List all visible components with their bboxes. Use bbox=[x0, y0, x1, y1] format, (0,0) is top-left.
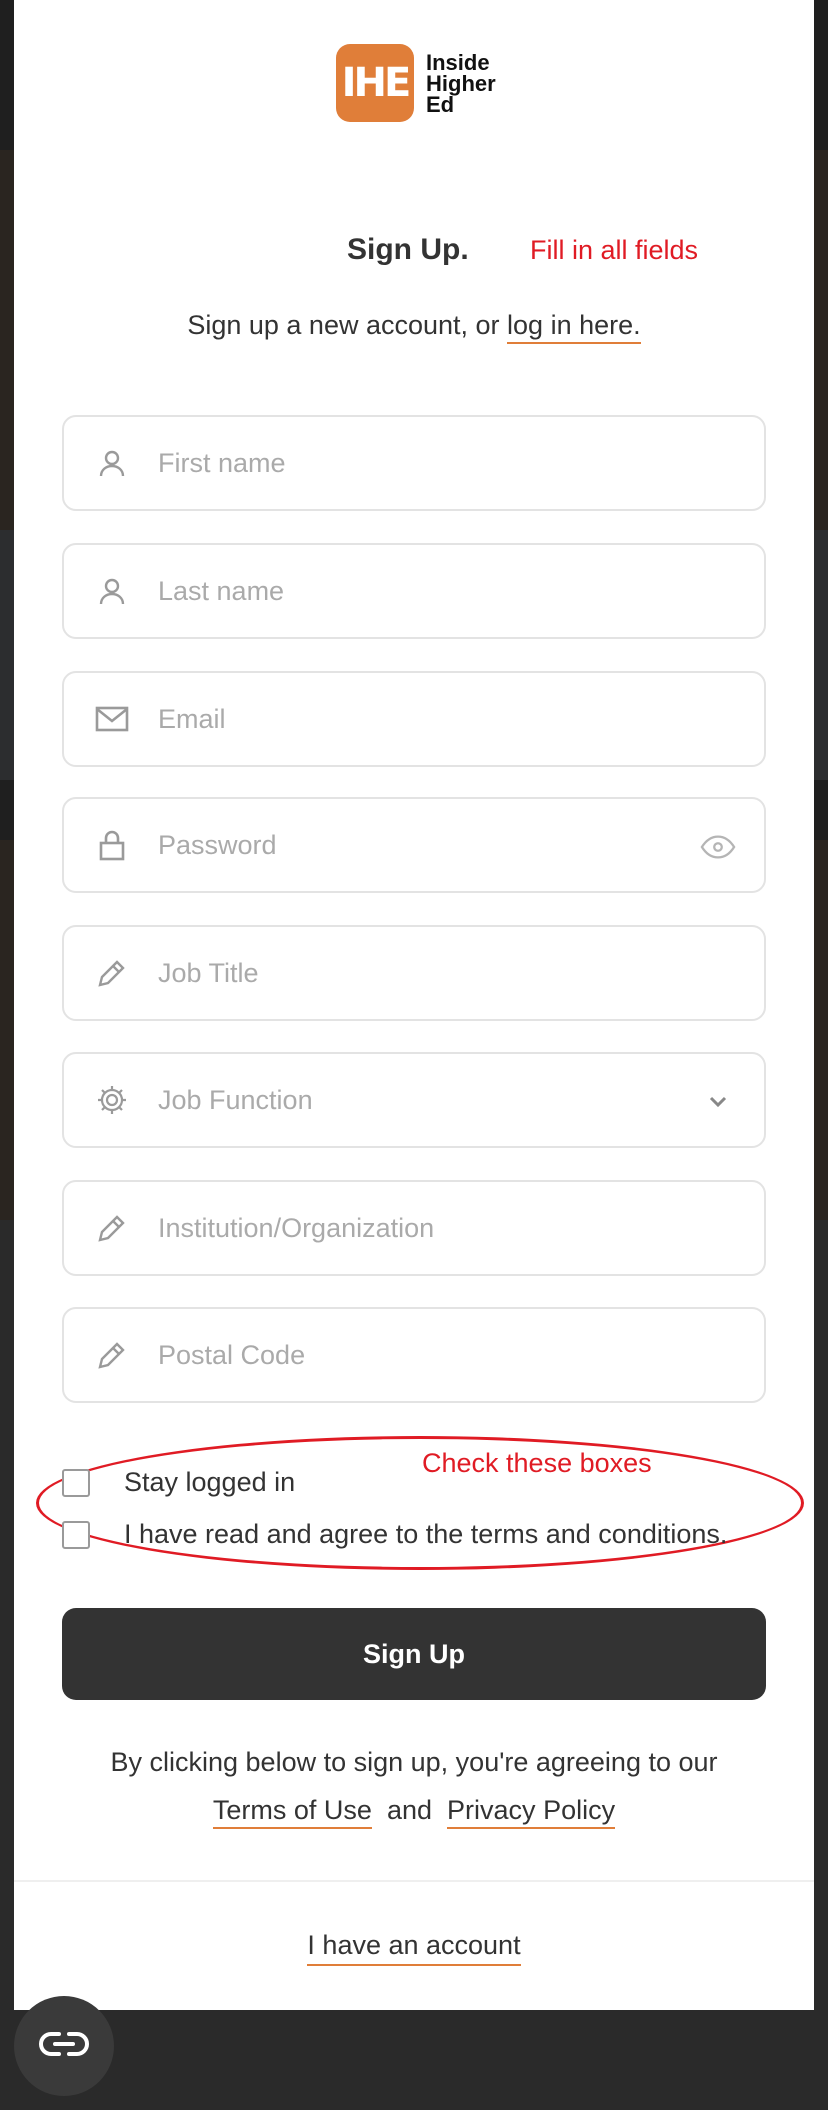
agree-terms-checkbox[interactable] bbox=[62, 1520, 90, 1549]
first-name-field[interactable] bbox=[62, 415, 766, 511]
signup-modal: IHE Inside Higher Ed Sign Up. Fill in al… bbox=[14, 0, 814, 2010]
logo-line: Ed bbox=[426, 91, 455, 117]
password-input[interactable] bbox=[158, 829, 678, 861]
logo-line: Inside bbox=[426, 49, 490, 75]
first-name-input[interactable] bbox=[158, 447, 678, 479]
terms-of-use-link[interactable]: Terms of Use bbox=[212, 1795, 372, 1829]
user-icon bbox=[94, 445, 130, 481]
signup-subtitle: Sign up a new account, or log in here. bbox=[14, 310, 814, 344]
chevron-down-icon bbox=[700, 1084, 736, 1120]
job-title-field[interactable] bbox=[62, 925, 766, 1021]
job-function-value: Job Function bbox=[158, 1084, 313, 1115]
last-name-input[interactable] bbox=[158, 575, 678, 607]
pencil-icon bbox=[94, 1337, 130, 1373]
postal-code-input[interactable] bbox=[158, 1339, 678, 1371]
pencil-icon bbox=[94, 955, 130, 991]
ihe-logo[interactable]: IHE Inside Higher Ed bbox=[336, 44, 496, 122]
agreement-and: and bbox=[386, 1795, 433, 1825]
login-link[interactable]: log in here. bbox=[507, 310, 641, 344]
logo-wordmark: Inside Higher Ed bbox=[426, 49, 496, 117]
sign-up-button[interactable]: Sign Up bbox=[62, 1608, 766, 1700]
subtitle-text: Sign up a new account, or bbox=[187, 310, 508, 340]
stay-logged-in-checkbox[interactable] bbox=[62, 1468, 90, 1497]
page-title: Sign Up. bbox=[347, 233, 469, 266]
postal-code-field[interactable] bbox=[62, 1307, 766, 1403]
have-account-section: I have an account bbox=[14, 1930, 814, 1966]
email-field[interactable] bbox=[62, 671, 766, 767]
job-function-select[interactable]: Job Function bbox=[62, 1052, 766, 1148]
logo-line: Higher bbox=[426, 70, 496, 96]
password-field[interactable] bbox=[62, 797, 766, 893]
mail-icon bbox=[94, 701, 130, 737]
user-icon bbox=[94, 573, 130, 609]
annotation-check-boxes: Check these boxes bbox=[422, 1448, 652, 1478]
agreement-text: By clicking below to sign up, you're agr… bbox=[14, 1738, 814, 1834]
link-fab-button[interactable] bbox=[14, 1996, 114, 2096]
job-title-input[interactable] bbox=[158, 957, 678, 989]
pencil-icon bbox=[94, 1210, 130, 1246]
gear-icon bbox=[94, 1082, 130, 1118]
annotation-fill-all: Fill in all fields bbox=[530, 235, 699, 265]
stay-logged-in-label: Stay logged in bbox=[124, 1467, 296, 1497]
agreement-sentence: By clicking below to sign up, you're agr… bbox=[110, 1747, 718, 1777]
link-icon bbox=[39, 2030, 89, 2063]
stay-logged-in-row[interactable]: Stay logged in bbox=[62, 1467, 295, 1498]
eye-icon[interactable] bbox=[700, 829, 736, 865]
institution-input[interactable] bbox=[158, 1212, 678, 1244]
lock-icon bbox=[94, 827, 130, 863]
last-name-field[interactable] bbox=[62, 543, 766, 639]
agree-terms-row[interactable]: I have read and agree to the terms and c… bbox=[62, 1519, 727, 1550]
privacy-policy-link[interactable]: Privacy Policy bbox=[447, 1795, 616, 1829]
email-input[interactable] bbox=[158, 703, 678, 735]
logo-mark: IHE bbox=[336, 44, 414, 122]
divider bbox=[14, 1880, 814, 1882]
institution-field[interactable] bbox=[62, 1180, 766, 1276]
have-account-link[interactable]: I have an account bbox=[307, 1930, 521, 1966]
agreement-links: Terms of Use and Privacy Policy bbox=[14, 1786, 814, 1834]
agree-terms-label: I have read and agree to the terms and c… bbox=[124, 1519, 728, 1549]
